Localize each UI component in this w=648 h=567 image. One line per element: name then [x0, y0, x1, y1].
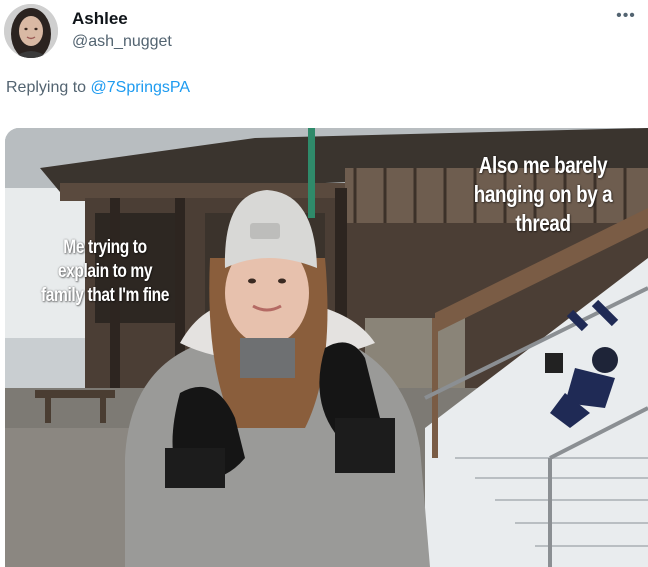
display-name[interactable]: Ashlee	[72, 9, 128, 29]
replying-to-line: Replying to @7SpringsPA	[6, 79, 190, 97]
reply-mention-link[interactable]: @7SpringsPA	[91, 79, 191, 96]
meme-caption-left: Me trying to explain to my family that I…	[41, 237, 169, 306]
user-handle[interactable]: @ash_nugget	[72, 33, 172, 51]
more-options-button[interactable]: •••	[614, 4, 638, 28]
meme-caption-right: Also me barely hanging on by a thread	[473, 152, 613, 236]
more-dots-icon: •••	[616, 7, 636, 24]
replying-to-label: Replying to	[6, 79, 87, 96]
avatar-image	[4, 4, 58, 58]
tweet-media-image[interactable]: Me trying to explain to my family that I…	[5, 128, 648, 567]
avatar[interactable]	[4, 4, 58, 58]
tweet-header: Ashlee @ash_nugget •••	[0, 0, 648, 70]
